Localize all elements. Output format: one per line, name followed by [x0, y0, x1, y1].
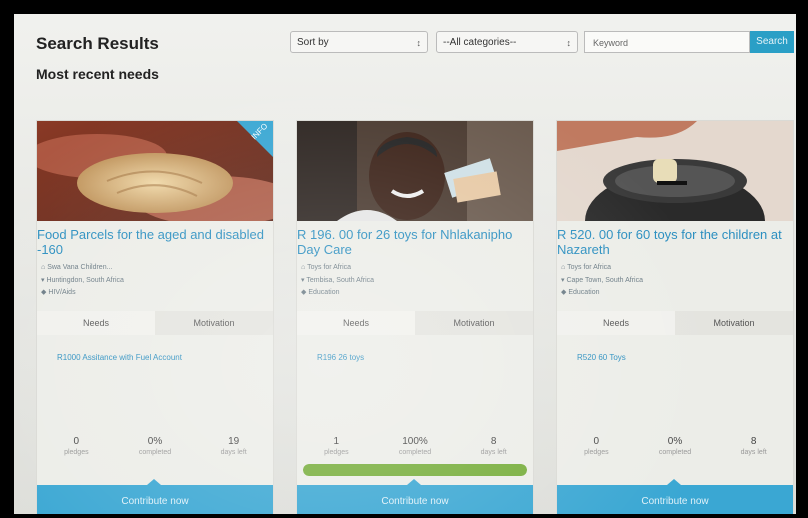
days-left-value: 8: [490, 436, 497, 447]
location: Cape Town, South Africa: [566, 277, 643, 284]
location: Huntingdon, South Africa: [46, 277, 124, 284]
need-card[interactable]: R 196. 00 for 26 toys for Nhlakanipho Da…: [296, 120, 534, 514]
tag-icon: ◆: [41, 289, 47, 296]
completed-value: 100%: [402, 436, 428, 447]
category-meta: ◆ HIV/Aids: [41, 288, 76, 296]
card-stats: 0 pledges 0% completed 8 days left: [557, 436, 793, 472]
completed-label: completed: [658, 449, 692, 456]
map-pin-icon: ▾: [301, 277, 305, 284]
category: Education: [568, 289, 600, 296]
location: Tembisa, South Africa: [306, 277, 375, 284]
page: Search Results Most recent needs Sort by…: [14, 14, 796, 514]
days-left-value: 19: [228, 436, 240, 447]
completed-value: 0%: [667, 436, 683, 447]
keyword-input[interactable]: Keyword: [584, 31, 750, 53]
need-item: R520 60 Toys: [577, 353, 626, 362]
pledges-label: pledges: [324, 449, 349, 456]
need-image[interactable]: [557, 121, 793, 221]
days-left-label: days left: [480, 449, 507, 456]
days-left-value: 8: [750, 436, 757, 447]
progress-bar: [303, 464, 527, 476]
map-pin-icon: ▾: [41, 277, 45, 284]
org-name[interactable]: Swa Vana Children...: [47, 264, 112, 271]
need-title[interactable]: R 196. 00 for 26 toys for Nhlakanipho Da…: [297, 227, 533, 257]
category: HIV/Aids: [48, 289, 76, 296]
org-name[interactable]: Toys for Africa: [567, 264, 611, 271]
select-arrows-icon: ↕: [416, 38, 422, 48]
contribute-button[interactable]: Contribute now: [297, 479, 533, 514]
need-item: R196 26 toys: [317, 353, 365, 362]
need-title[interactable]: R 520. 00 for 60 toys for the children a…: [557, 227, 793, 257]
category-meta: ◆ Education: [561, 288, 599, 296]
search-button[interactable]: Search: [750, 31, 794, 53]
tab-needs[interactable]: Needs: [297, 311, 415, 335]
card-tabs: Needs Motivation: [557, 311, 793, 335]
need-title[interactable]: Food Parcels for the aged and disabled -…: [37, 227, 273, 257]
category: Education: [308, 289, 340, 296]
tab-motivation[interactable]: Motivation: [155, 311, 273, 335]
category-select[interactable]: --All categories-- ↕: [436, 31, 578, 53]
category-meta: ◆ Education: [301, 288, 339, 296]
completed-value: 0%: [147, 436, 163, 447]
building-icon: ⌂: [301, 264, 306, 271]
tab-needs[interactable]: Needs: [557, 311, 675, 335]
need-item: R1000 Assitance with Fuel Account: [57, 353, 182, 362]
pledges-value: 1: [333, 436, 340, 447]
org-meta: ⌂ Swa Vana Children...: [41, 264, 112, 271]
tab-motivation[interactable]: Motivation: [415, 311, 533, 335]
card-tabs: Needs Motivation: [37, 311, 273, 335]
pledges-value: 0: [73, 436, 80, 447]
org-meta: ⌂ Toys for Africa: [561, 264, 611, 271]
location-meta: ▾ Huntingdon, South Africa: [41, 276, 124, 284]
days-left-label: days left: [740, 449, 767, 456]
tag-icon: ◆: [301, 289, 307, 296]
location-meta: ▾ Cape Town, South Africa: [561, 276, 643, 284]
need-card[interactable]: R 520. 00 for 60 toys for the children a…: [556, 120, 794, 514]
contribute-button[interactable]: Contribute now: [37, 479, 273, 514]
map-pin-icon: ▾: [561, 277, 565, 284]
building-icon: ⌂: [561, 264, 566, 271]
tab-motivation[interactable]: Motivation: [675, 311, 793, 335]
pledges-label: pledges: [64, 449, 89, 456]
section-title: Most recent needs: [36, 66, 159, 82]
need-image[interactable]: [297, 121, 533, 221]
pledges-label: pledges: [584, 449, 609, 456]
tag-icon: ◆: [561, 289, 567, 296]
category-select-label: --All categories--: [443, 37, 517, 48]
org-meta: ⌂ Toys for Africa: [301, 264, 351, 271]
progress-fill: [303, 464, 527, 476]
contribute-button[interactable]: Contribute now: [557, 479, 793, 514]
select-arrows-icon: ↕: [566, 38, 572, 48]
sort-select[interactable]: Sort by ↕: [290, 31, 428, 53]
need-image[interactable]: INFO: [37, 121, 273, 221]
completed-label: completed: [398, 449, 432, 456]
location-meta: ▾ Tembisa, South Africa: [301, 276, 374, 284]
need-card[interactable]: INFO Food Parcels for the aged and disab…: [36, 120, 274, 514]
tab-needs[interactable]: Needs: [37, 311, 155, 335]
sort-select-label: Sort by: [297, 37, 329, 48]
building-icon: ⌂: [41, 264, 46, 271]
pledges-value: 0: [593, 436, 600, 447]
completed-label: completed: [138, 449, 172, 456]
card-stats: 0 pledges 0% completed 19 days left: [37, 436, 273, 472]
org-name[interactable]: Toys for Africa: [307, 264, 351, 271]
days-left-label: days left: [220, 449, 247, 456]
page-title: Search Results: [36, 34, 159, 53]
card-tabs: Needs Motivation: [297, 311, 533, 335]
